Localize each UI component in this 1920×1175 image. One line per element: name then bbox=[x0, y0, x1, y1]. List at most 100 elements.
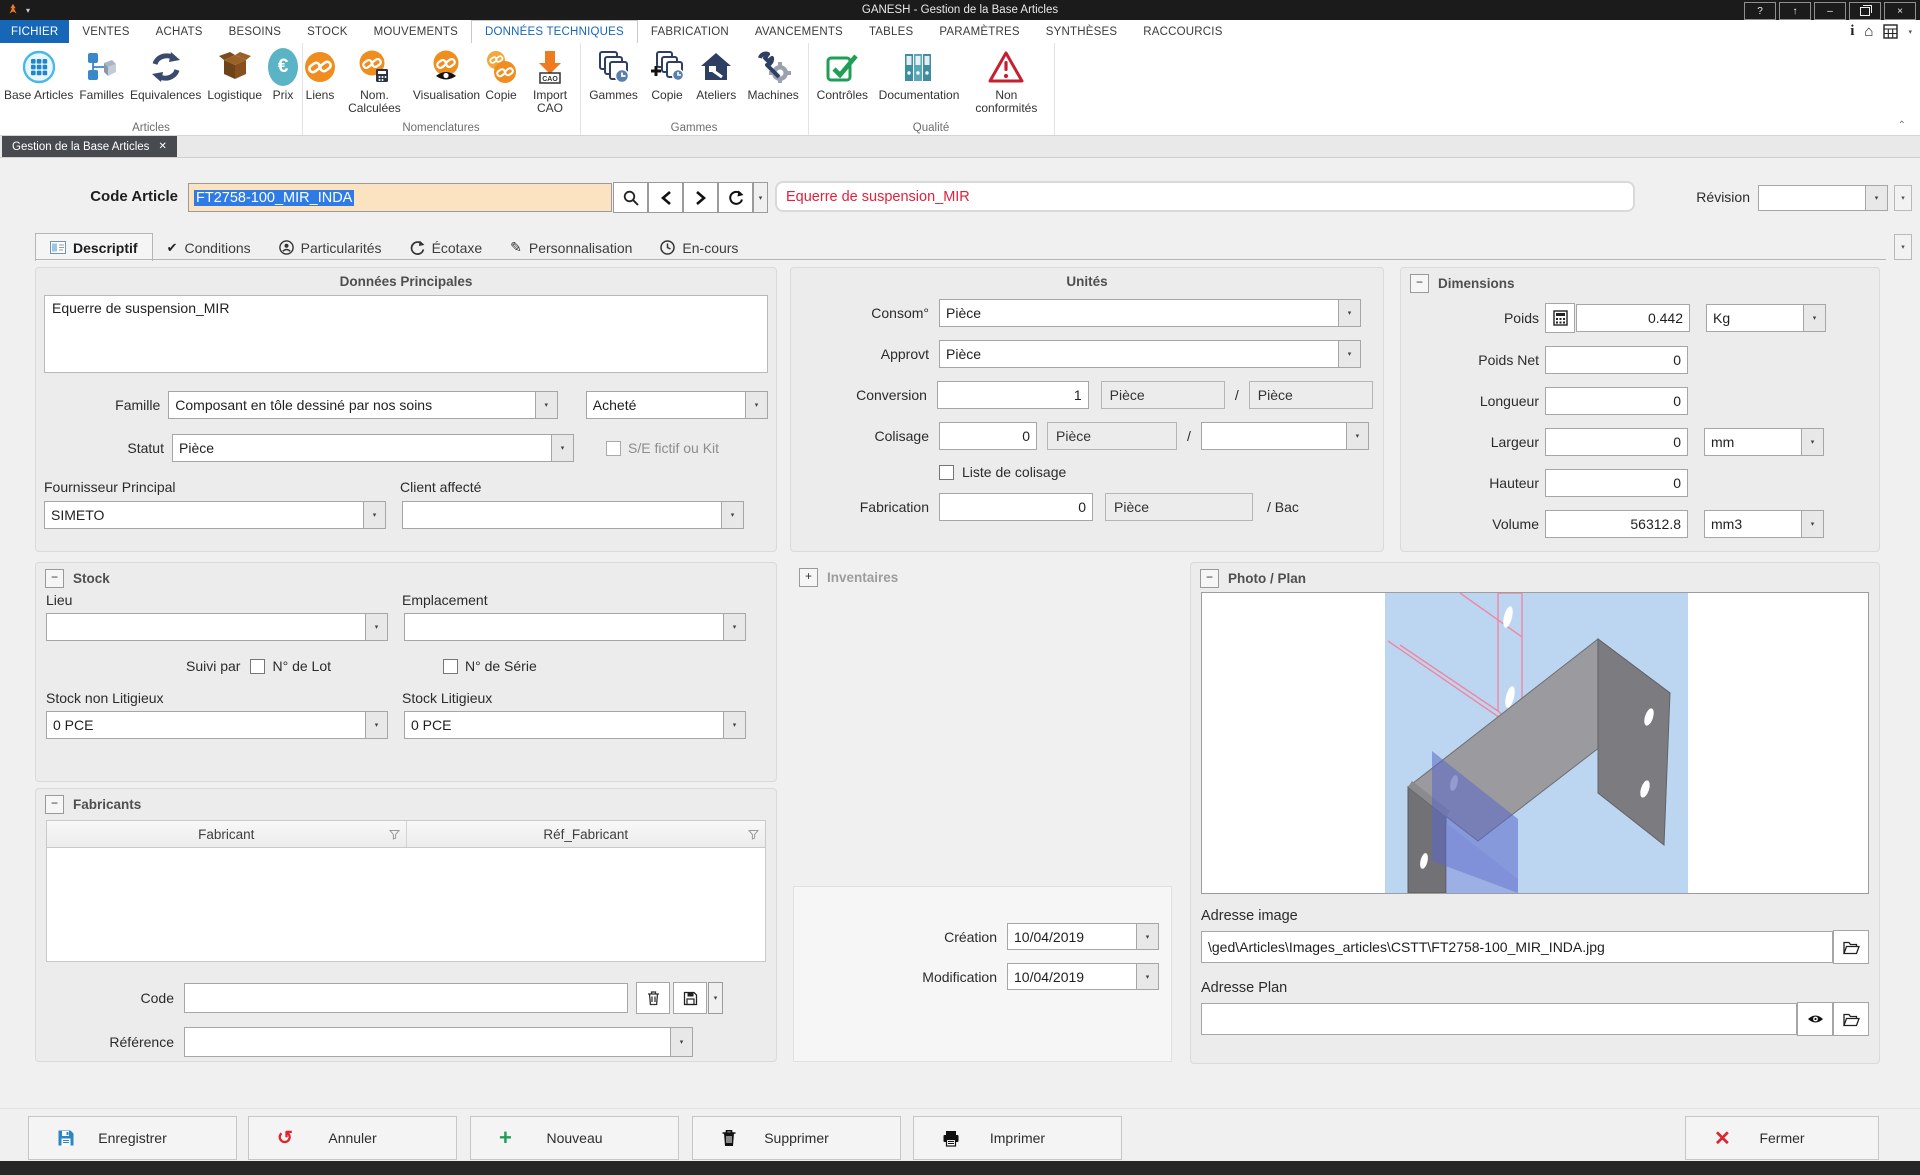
next-article-button[interactable] bbox=[683, 182, 718, 213]
unite-consommation-select[interactable]: Pièce▾ bbox=[939, 299, 1361, 327]
revision-select[interactable]: ▾ bbox=[1758, 185, 1888, 211]
column-header-fabricant[interactable]: Fabricant bbox=[47, 821, 406, 847]
copie-nomenclature-button[interactable]: Copie bbox=[482, 48, 520, 102]
document-tab[interactable]: Gestion de la Base Articles ✕ bbox=[2, 136, 177, 157]
fabricants-table[interactable]: Fabricant Réf_Fabricant bbox=[46, 820, 766, 962]
enregistrer-button[interactable]: Enregistrer bbox=[28, 1116, 237, 1160]
ribbon-pin-button[interactable]: ↑ bbox=[1779, 2, 1811, 20]
famille-select[interactable]: Composant en tôle dessiné par nos soins▾ bbox=[168, 391, 558, 419]
collapse-panel-button[interactable]: − bbox=[1410, 274, 1429, 293]
tab-en-cours[interactable]: En-cours bbox=[646, 234, 752, 261]
liste-colisage-checkbox[interactable] bbox=[939, 465, 954, 480]
browse-plan-button[interactable] bbox=[1833, 1002, 1869, 1036]
tab-personnalisation[interactable]: ✎ Personnalisation bbox=[496, 234, 646, 261]
type-achat-select[interactable]: Acheté▾ bbox=[586, 391, 768, 419]
colisage-unit2-select[interactable]: ▾ bbox=[1201, 422, 1369, 450]
poids-unit-select[interactable]: Kg▾ bbox=[1706, 304, 1826, 332]
adresse-plan-input[interactable] bbox=[1201, 1003, 1797, 1035]
menu-tables[interactable]: TABLES bbox=[856, 20, 926, 43]
refresh-button[interactable] bbox=[718, 182, 753, 213]
supprimer-button[interactable]: Supprimer bbox=[692, 1116, 901, 1160]
save-fabricant-button[interactable] bbox=[673, 982, 707, 1014]
visualisation-button[interactable]: Visualisation bbox=[411, 48, 482, 102]
lot-checkbox[interactable] bbox=[250, 659, 265, 674]
statut-select[interactable]: Pièce▾ bbox=[172, 434, 574, 462]
volume-input[interactable]: 56312.8 bbox=[1545, 510, 1688, 538]
menu-mouvements[interactable]: MOUVEMENTS bbox=[361, 20, 471, 43]
logistique-button[interactable]: Logistique bbox=[205, 48, 264, 102]
equivalences-button[interactable]: Equivalences bbox=[128, 48, 203, 102]
familles-button[interactable]: Familles bbox=[77, 48, 126, 102]
poids-input[interactable]: 0.442 bbox=[1576, 304, 1690, 332]
hauteur-input[interactable]: 0 bbox=[1545, 469, 1688, 497]
menu-avancements[interactable]: AVANCEMENTS bbox=[742, 20, 856, 43]
modification-date-select[interactable]: 10/04/2019▾ bbox=[1007, 963, 1159, 990]
tab-overflow-button[interactable]: ▾ bbox=[1894, 234, 1912, 260]
adresse-image-input[interactable]: \ged\Articles\Images_articles\CSTT\FT275… bbox=[1201, 931, 1833, 963]
refresh-options-caret[interactable]: ▾ bbox=[753, 182, 768, 213]
nomenclatures-calculees-button[interactable]: Nom. Calculées bbox=[338, 48, 411, 116]
close-button[interactable]: × bbox=[1884, 2, 1916, 20]
previous-article-button[interactable] bbox=[648, 182, 683, 213]
nouveau-button[interactable]: + Nouveau bbox=[470, 1116, 679, 1160]
conversion-input[interactable]: 1 bbox=[937, 381, 1089, 409]
delete-fabricant-button[interactable] bbox=[636, 982, 670, 1014]
chevron-down-icon[interactable]: ▾ bbox=[1908, 28, 1912, 36]
controles-button[interactable]: Contrôles bbox=[815, 48, 870, 102]
menu-stock[interactable]: STOCK bbox=[294, 20, 360, 43]
prix-button[interactable]: € Prix bbox=[266, 48, 300, 102]
tab-ecotaxe[interactable]: Écotaxe bbox=[396, 234, 497, 261]
browse-image-button[interactable] bbox=[1833, 930, 1869, 964]
longueur-input[interactable]: 0 bbox=[1545, 387, 1688, 415]
grid-calculator-icon[interactable] bbox=[1883, 24, 1898, 39]
menu-besoins[interactable]: BESOINS bbox=[216, 20, 295, 43]
save-options-caret[interactable]: ▾ bbox=[708, 982, 723, 1014]
code-fabricant-input[interactable] bbox=[184, 983, 628, 1013]
tab-descriptif[interactable]: Descriptif bbox=[35, 233, 153, 261]
creation-date-select[interactable]: 10/04/2019▾ bbox=[1007, 923, 1159, 950]
unite-approvisionnement-select[interactable]: Pièce▾ bbox=[939, 340, 1361, 368]
machines-button[interactable]: Machines bbox=[745, 48, 800, 102]
ateliers-button[interactable]: Ateliers bbox=[694, 48, 738, 102]
filter-icon[interactable] bbox=[389, 829, 400, 840]
lieu-select[interactable]: ▾ bbox=[46, 613, 388, 641]
colisage-input[interactable]: 0 bbox=[939, 422, 1037, 450]
home-icon[interactable]: ⌂ bbox=[1864, 23, 1873, 40]
volume-unit-select[interactable]: mm3▾ bbox=[1704, 510, 1824, 538]
documentation-button[interactable]: Documentation bbox=[877, 48, 959, 102]
close-tab-icon[interactable]: ✕ bbox=[158, 141, 166, 152]
tab-conditions[interactable]: ✔ Conditions bbox=[153, 234, 265, 261]
filter-icon[interactable] bbox=[748, 829, 759, 840]
designation-textarea[interactable]: Equerre de suspension_MIR bbox=[44, 295, 768, 373]
copie-gamme-button[interactable]: Copie bbox=[647, 48, 687, 102]
emplacement-select[interactable]: ▾ bbox=[404, 613, 746, 641]
import-cao-button[interactable]: CAO Import CAO bbox=[520, 48, 580, 116]
poids-net-input[interactable]: 0 bbox=[1545, 346, 1688, 374]
menu-syntheses[interactable]: SYNTHÈSES bbox=[1033, 20, 1130, 43]
collapse-ribbon-icon[interactable]: ⌃ bbox=[1898, 120, 1906, 131]
designation-field[interactable]: Equerre de suspension_MIR bbox=[775, 181, 1635, 212]
info-icon[interactable]: i bbox=[1850, 23, 1854, 40]
code-article-input[interactable]: FT2758-100_MIR_INDA bbox=[188, 183, 612, 212]
reference-fabricant-select[interactable]: ▾ bbox=[184, 1027, 693, 1057]
menu-achats[interactable]: ACHATS bbox=[143, 20, 216, 43]
fabrication-input[interactable]: 0 bbox=[939, 493, 1093, 521]
minimize-button[interactable]: – bbox=[1814, 2, 1846, 20]
help-button[interactable]: ? bbox=[1744, 2, 1776, 20]
menu-ventes[interactable]: VENTES bbox=[69, 20, 142, 43]
search-button[interactable] bbox=[613, 182, 648, 213]
calculate-weight-button[interactable] bbox=[1545, 303, 1575, 333]
fournisseur-select[interactable]: SIMETO▾ bbox=[44, 501, 386, 529]
menu-donnees-techniques[interactable]: DONNÉES TECHNIQUES bbox=[471, 20, 638, 44]
view-plan-button[interactable] bbox=[1797, 1002, 1833, 1036]
imprimer-button[interactable]: Imprimer bbox=[913, 1116, 1122, 1160]
gammes-button[interactable]: Gammes bbox=[587, 48, 640, 102]
base-articles-button[interactable]: Base Articles bbox=[2, 48, 75, 102]
collapse-panel-button[interactable]: − bbox=[45, 795, 64, 814]
non-conformites-button[interactable]: Non conformités bbox=[965, 48, 1047, 116]
client-affecte-select[interactable]: ▾ bbox=[402, 501, 744, 529]
stock-litigieux-select[interactable]: 0 PCE▾ bbox=[404, 711, 746, 739]
serie-checkbox[interactable] bbox=[443, 659, 458, 674]
largeur-unit-select[interactable]: mm▾ bbox=[1704, 428, 1824, 456]
kit-checkbox[interactable] bbox=[606, 441, 621, 456]
